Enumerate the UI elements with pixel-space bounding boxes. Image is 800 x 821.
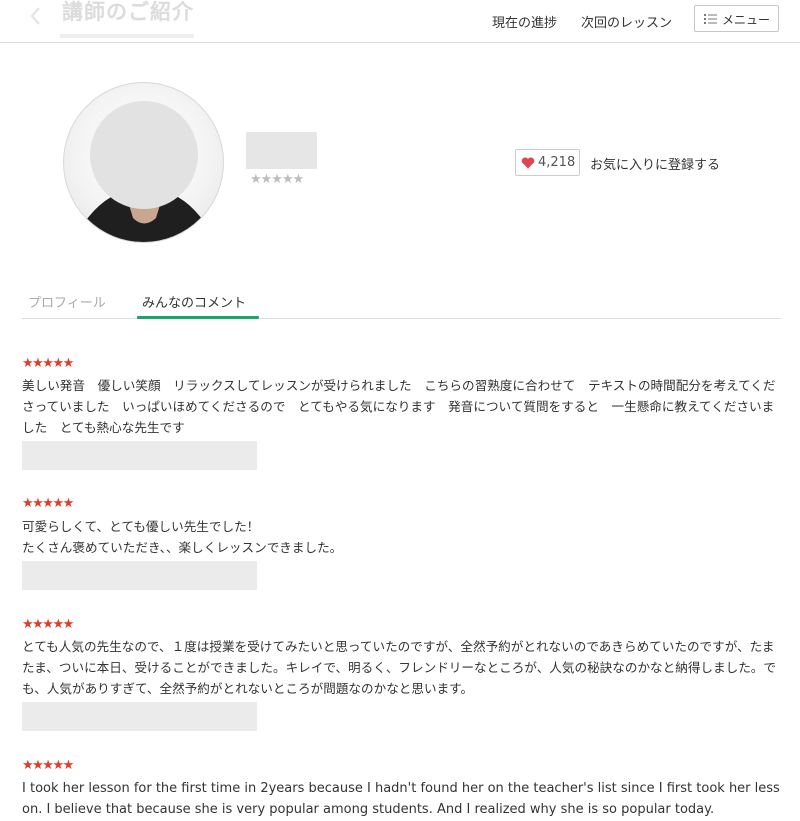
comment-rating-stars: ★★★★★ (22, 758, 74, 773)
comment-text: とても人気の先生なので、１度は授業を受けてみたいと思っていたのですが、全然予約が… (22, 639, 776, 696)
teacher-name-placeholder (246, 132, 317, 169)
nav-progress-link[interactable]: 現在の進捗 (492, 12, 557, 31)
nav-next-lesson-link[interactable]: 次回のレッスン (581, 12, 672, 31)
title-underline (60, 34, 194, 38)
avatar-image (84, 101, 205, 242)
comment-text: 可愛らしくて、とても優しい先生でした！ たくさん褒めていただき、、楽しくレッスン… (22, 519, 343, 555)
header-bar: 講師のご紹介 現在の進捗 次回のレッスン メニュー (0, 0, 800, 43)
favorite-count: 4,218 (538, 155, 576, 170)
tabs-divider (22, 318, 781, 319)
comment-text: I took her lesson for the first time in … (22, 781, 780, 817)
teacher-rating-stars: ★★★★★ (250, 172, 304, 187)
menu-button[interactable]: メニュー (694, 5, 779, 32)
comment-rating-stars: ★★★★★ (22, 617, 74, 632)
heart-icon (521, 157, 535, 169)
reviewer-placeholder (22, 702, 257, 731)
chevron-left-icon[interactable] (28, 5, 44, 27)
reviewer-placeholder (22, 561, 257, 590)
tab-comments[interactable]: みんなのコメント (142, 292, 246, 311)
reviewer-placeholder (22, 441, 257, 470)
favorite-register-link[interactable]: お気に入りに登録する (590, 154, 720, 173)
comment-rating-stars: ★★★★★ (22, 496, 74, 511)
menu-label: メニュー (722, 13, 771, 27)
page-title: 講師のご紹介 (62, 0, 194, 24)
tab-active-indicator (137, 316, 259, 319)
tab-profile[interactable]: プロフィール (28, 292, 106, 311)
list-icon (704, 14, 717, 24)
teacher-avatar (63, 82, 224, 243)
comment-rating-stars: ★★★★★ (22, 356, 74, 371)
favorite-count-button[interactable]: 4,218 (515, 149, 580, 176)
comment-text: 美しい発音 優しい笑顔 リラックスしてレッスンが受けられました こちらの習熟度に… (22, 378, 776, 435)
